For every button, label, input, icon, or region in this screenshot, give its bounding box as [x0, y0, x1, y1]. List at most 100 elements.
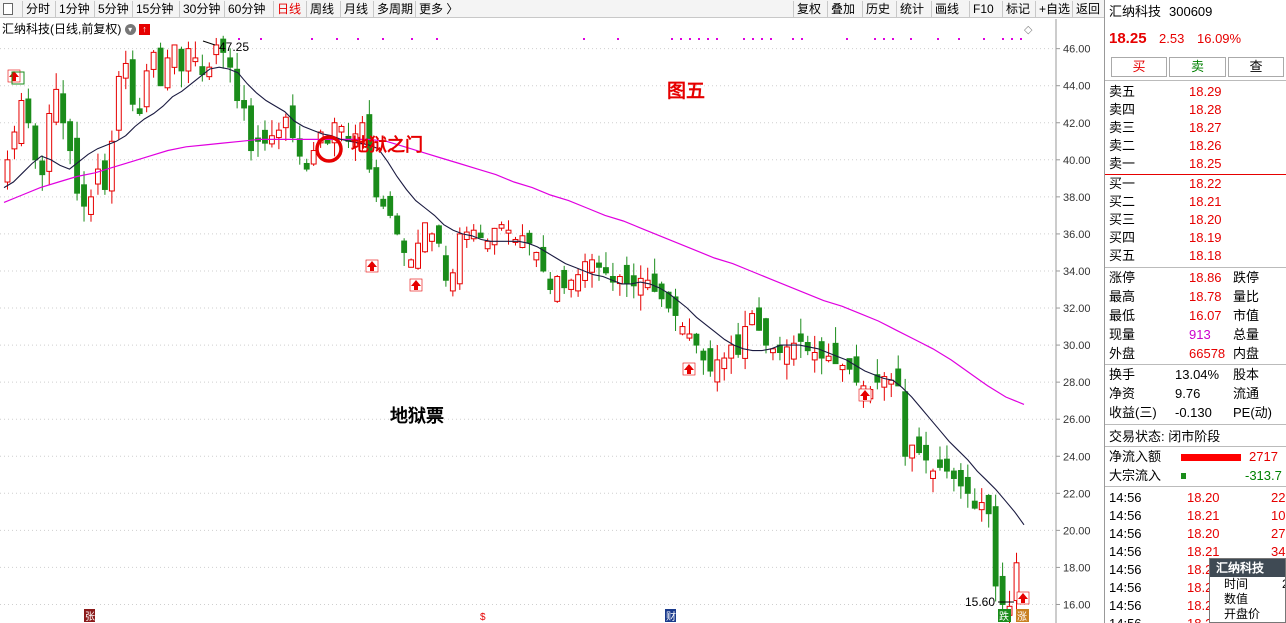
tab-period-2[interactable]: 5分钟 [98, 1, 129, 17]
candle-body [25, 98, 32, 124]
stat-row-label2: 市值 [1233, 308, 1260, 323]
tick-volume: 10 [1271, 508, 1286, 523]
tab-period-6[interactable]: 日线 [277, 1, 301, 17]
toolbar-button-1[interactable]: 叠加 [831, 1, 855, 17]
tab-period-8[interactable]: 月线 [344, 1, 368, 17]
candle-body [707, 348, 714, 372]
event-marker [698, 38, 700, 40]
event-marker [583, 38, 585, 40]
event-marker [680, 38, 682, 40]
candle-body [442, 255, 449, 281]
tab-period-7[interactable]: 周线 [310, 1, 334, 17]
candle-body [477, 232, 484, 239]
candle-body [101, 160, 108, 190]
toolbar-button-8[interactable]: 返回 [1076, 1, 1100, 17]
bid-row-value: 18.22 [1189, 176, 1222, 191]
bigflow-row: 大宗流入 -313.7 [1105, 467, 1286, 485]
bid-row: 买三 18.20 [1105, 211, 1286, 229]
candle-body [408, 259, 415, 268]
event-badge-label: 张 [85, 611, 95, 623]
candle-body [575, 274, 582, 292]
menu-icon[interactable] [3, 3, 13, 15]
tab-period-3[interactable]: 15分钟 [136, 1, 173, 17]
toolbar-button-6[interactable]: 标记 [1006, 1, 1030, 17]
candle-body [742, 326, 749, 359]
price-change: 2.53 [1159, 31, 1185, 46]
sell-button[interactable]: 卖 [1169, 57, 1226, 77]
candle-body [415, 242, 421, 269]
candle-body [909, 444, 916, 459]
tab-period-1[interactable]: 1分钟 [59, 1, 90, 17]
bigflow-bar [1181, 473, 1186, 479]
toolbar-separator [931, 1, 932, 17]
candle-body [143, 70, 150, 108]
tooltip-title: 汇纳科技 [1210, 559, 1285, 577]
event-marker [617, 38, 619, 40]
candle-body [992, 506, 999, 587]
event-badge-label: 财 [666, 610, 676, 623]
event-marker [801, 38, 803, 40]
period-toolbar: 分时 1分钟 5分钟 15分钟 30分钟 60分钟 日线 周线 月线 多周期 更多 〉 复权 叠加 历史… [0, 0, 1104, 18]
buy-button[interactable]: 买 [1111, 57, 1167, 77]
query-button[interactable]: 查 [1228, 57, 1284, 77]
candle-body [32, 125, 39, 161]
toolbar-button-4[interactable]: 画线 [935, 1, 959, 17]
annotation-figure: 图五 [667, 80, 705, 102]
event-marker [382, 38, 384, 40]
toolbar-separator [94, 1, 95, 17]
tab-period-0[interactable]: 分时 [26, 1, 50, 17]
ask-row-value: 18.27 [1189, 120, 1222, 135]
event-marker [260, 38, 262, 40]
candle-body [756, 307, 762, 331]
divider [1105, 446, 1286, 447]
chevron-down-icon[interactable]: ▾ [124, 24, 136, 36]
candle-body [825, 355, 832, 362]
tab-period-4[interactable]: 30分钟 [183, 1, 220, 17]
y-tick-label: 40.00 [1063, 155, 1091, 167]
ask-row-label: 卖一 [1109, 156, 1136, 171]
kline-chart[interactable]: 46.00 44.00 42.00 40.00 38.00 36.00 34.00 32.00… [0, 19, 1104, 623]
toolbar-button-0[interactable]: 复权 [797, 1, 821, 17]
tooltip-row-value: 2 [1282, 577, 1285, 592]
fundamental-row-value: 13.04% [1175, 367, 1220, 382]
event-marker [883, 38, 885, 40]
candle-body [832, 342, 839, 365]
tab-period-9[interactable]: 多周期 [377, 1, 413, 17]
toolbar-button-3[interactable]: 统计 [900, 1, 924, 17]
y-tick-label: 44.00 [1063, 81, 1091, 93]
bid-row-label: 买三 [1109, 212, 1136, 227]
candle-body [853, 356, 860, 383]
stat-row-value: 913 [1189, 327, 1211, 342]
candle-body [53, 88, 60, 123]
event-marker [357, 38, 359, 40]
tab-period-10[interactable]: 更多 〉 [419, 1, 458, 17]
candle-body [88, 196, 94, 215]
chart-canvas[interactable]: 46.00 44.00 42.00 40.00 38.00 36.00 34.00 32.00… [0, 19, 1104, 623]
candle-body [275, 129, 282, 139]
candle-body [658, 283, 665, 300]
ask-row: 卖三 18.27 [1105, 119, 1286, 137]
candle-body [561, 269, 568, 289]
candle-body [108, 140, 115, 192]
candle-body [916, 436, 923, 454]
y-tick-label: 36.00 [1063, 229, 1091, 241]
toolbar-button-2[interactable]: 历史 [866, 1, 890, 17]
price-row: 18.25 2.53 16.09% [1105, 29, 1286, 49]
tick-row: 14:56 18.20 27 [1105, 525, 1286, 543]
candle-body [930, 470, 936, 479]
chart-tooltip: 汇纳科技 时间 2 数值开盘价 [1209, 558, 1286, 623]
ask-row-value: 18.25 [1189, 156, 1222, 171]
event-marker [937, 38, 939, 40]
event-marker [1002, 38, 1004, 40]
bid-row-label: 买二 [1109, 194, 1136, 209]
candle-body [902, 391, 909, 457]
stock-header: 汇纳科技 300609 [1105, 3, 1286, 21]
tick-price: 18.20 [1187, 526, 1220, 541]
toolbar-button-5[interactable]: F10 [973, 1, 994, 17]
netflow-row: 净流入额 2717 [1105, 448, 1286, 466]
toolbar-button-7[interactable]: +自选 [1039, 1, 1070, 17]
tab-period-5[interactable]: 60分钟 [228, 1, 265, 17]
diamond-icon: ◇ [1024, 24, 1033, 36]
bid-row-label: 买一 [1109, 176, 1136, 191]
candle-body [4, 159, 11, 183]
